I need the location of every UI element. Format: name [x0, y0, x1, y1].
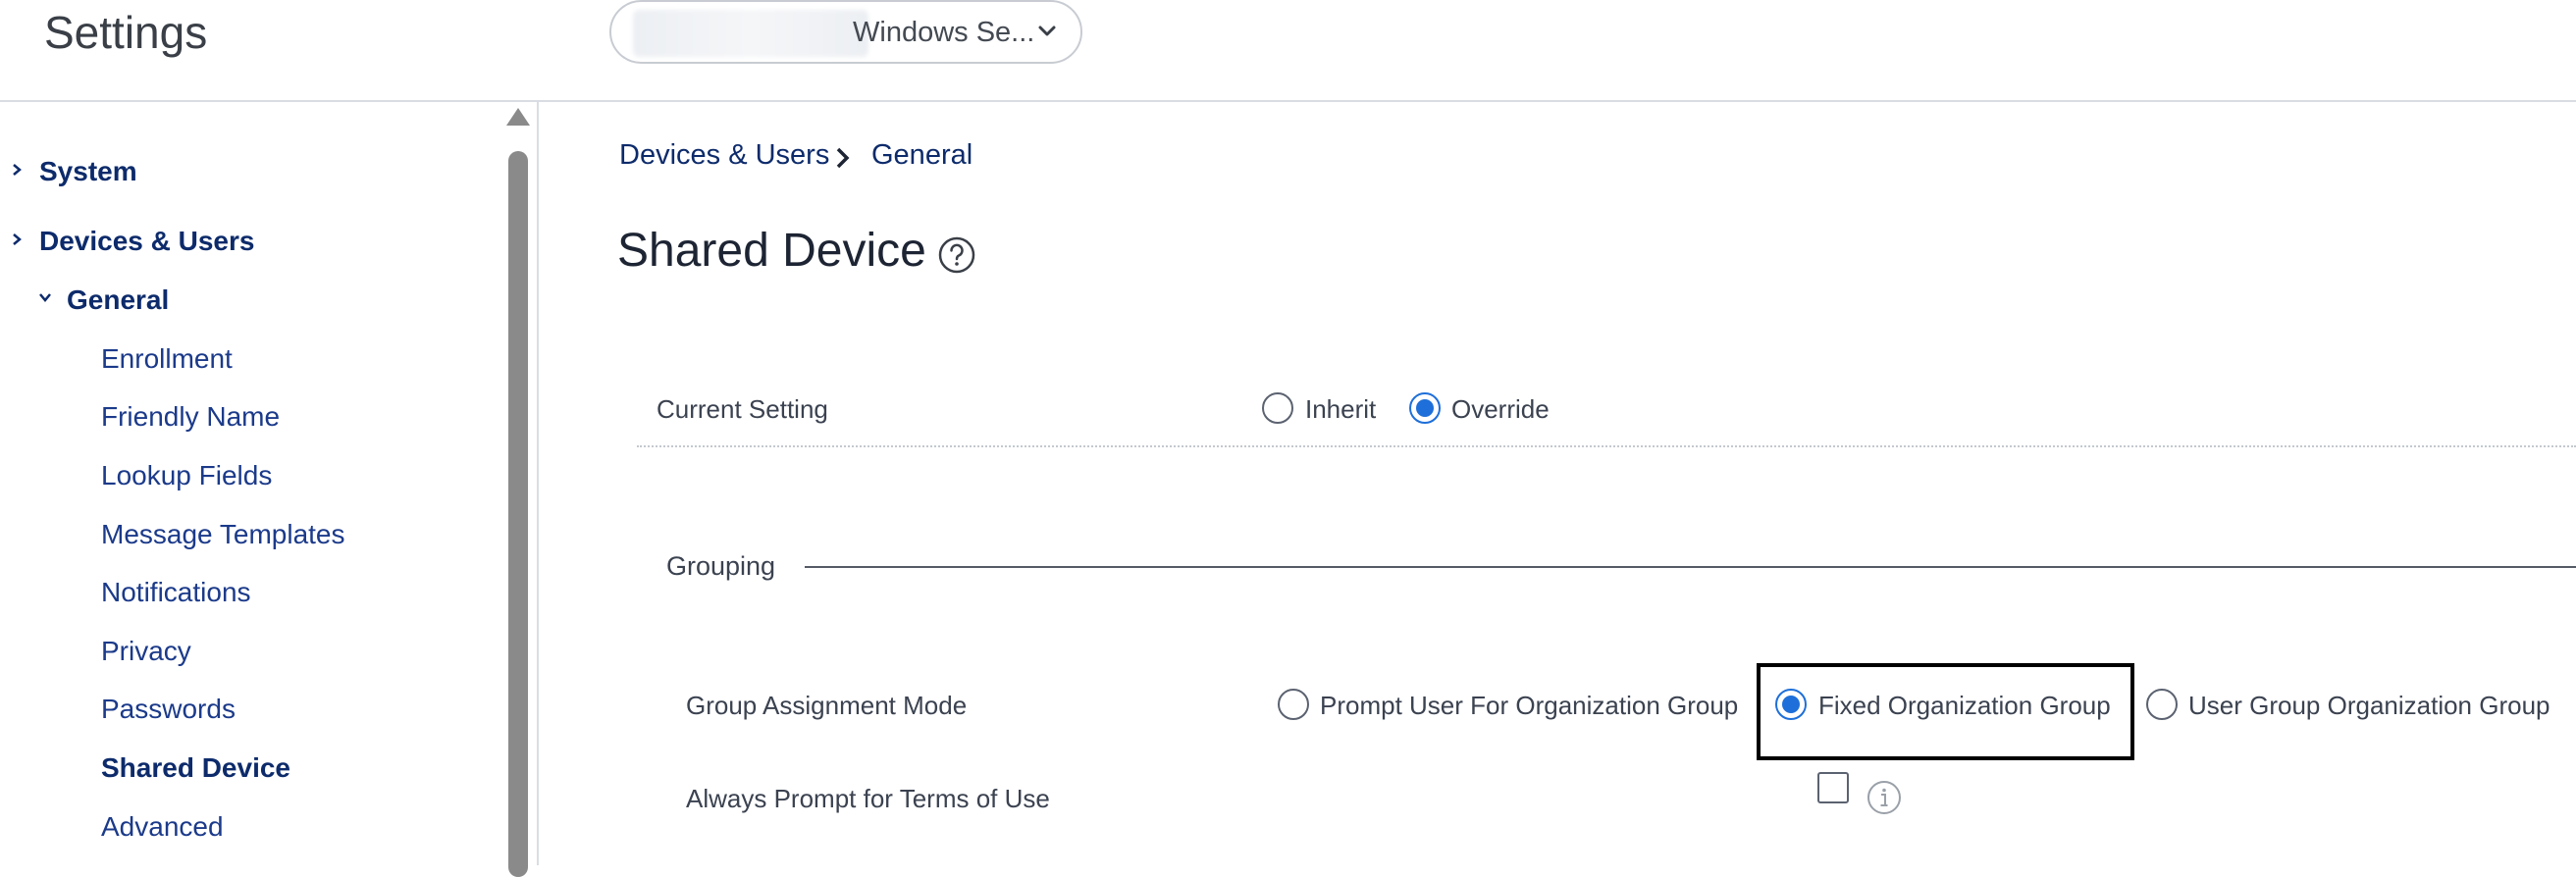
info-icon[interactable]	[1866, 779, 1903, 816]
org-selector-dropdown[interactable]: Windows Se...	[609, 0, 1082, 64]
terms-of-use-label: Always Prompt for Terms of Use	[686, 784, 1050, 813]
sidebar-item-advanced[interactable]: Advanced	[101, 811, 224, 843]
org-selector-label: Windows Se...	[853, 17, 1035, 48]
sidebar-item-shared-device[interactable]: Shared Device	[101, 752, 290, 784]
app-title: Settings	[44, 7, 208, 58]
section-divider	[805, 566, 2576, 568]
override-radio[interactable]	[1409, 392, 1441, 424]
group-assignment-mode-label: Group Assignment Mode	[686, 691, 968, 720]
prompt-user-radio[interactable]	[1278, 689, 1309, 720]
breadcrumb-devices-users[interactable]: Devices & Users	[619, 139, 829, 172]
divider	[637, 445, 2576, 447]
sidebar-item-passwords[interactable]: Passwords	[101, 694, 236, 725]
sidebar-item-enrollment[interactable]: Enrollment	[101, 343, 233, 375]
inherit-radio-label[interactable]: Inherit	[1305, 394, 1376, 425]
main-content: Devices & Users General Shared Device Cu…	[539, 102, 2576, 865]
inherit-radio[interactable]	[1262, 392, 1293, 424]
scrollbar-thumb[interactable]	[508, 151, 528, 877]
scroll-up-arrow-icon[interactable]	[506, 108, 530, 126]
sidebar-item-devices-users[interactable]: Devices & Users	[39, 226, 254, 257]
grouping-section-title: Grouping	[666, 551, 776, 581]
fixed-org-group-radio[interactable]	[1775, 689, 1807, 720]
chevron-right-icon[interactable]	[10, 163, 24, 177]
chevron-down-icon[interactable]	[38, 290, 52, 304]
chevron-right-icon[interactable]	[10, 232, 24, 246]
chevron-down-icon	[1038, 26, 1056, 36]
app-header: Settings Windows Se...	[0, 0, 2576, 102]
sidebar-scrollbar[interactable]	[506, 108, 530, 877]
sidebar-item-privacy[interactable]: Privacy	[101, 636, 191, 667]
help-icon[interactable]	[937, 235, 976, 275]
sidebar-nav: System Devices & Users General Enrollmen…	[0, 102, 539, 877]
fixed-org-group-radio-label[interactable]: Fixed Organization Group	[1818, 691, 2111, 721]
sidebar-item-friendly-name[interactable]: Friendly Name	[101, 401, 280, 433]
user-group-org-radio-label[interactable]: User Group Organization Group	[2188, 691, 2550, 721]
breadcrumb-general[interactable]: General	[871, 139, 973, 172]
current-setting-label: Current Setting	[657, 394, 828, 424]
user-group-org-radio[interactable]	[2146, 689, 2178, 720]
chevron-right-icon	[836, 147, 850, 169]
sidebar-item-system[interactable]: System	[39, 156, 137, 187]
sidebar-item-general[interactable]: General	[67, 284, 169, 316]
page-title: Shared Device	[617, 225, 926, 277]
sidebar-item-lookup-fields[interactable]: Lookup Fields	[101, 460, 272, 491]
terms-of-use-checkbox[interactable]	[1817, 772, 1849, 803]
sidebar-item-message-templates[interactable]: Message Templates	[101, 519, 345, 550]
prompt-user-radio-label[interactable]: Prompt User For Organization Group	[1320, 691, 1738, 721]
override-radio-label[interactable]: Override	[1451, 394, 1550, 425]
org-name-redacted	[633, 10, 868, 57]
sidebar-item-notifications[interactable]: Notifications	[101, 577, 251, 608]
